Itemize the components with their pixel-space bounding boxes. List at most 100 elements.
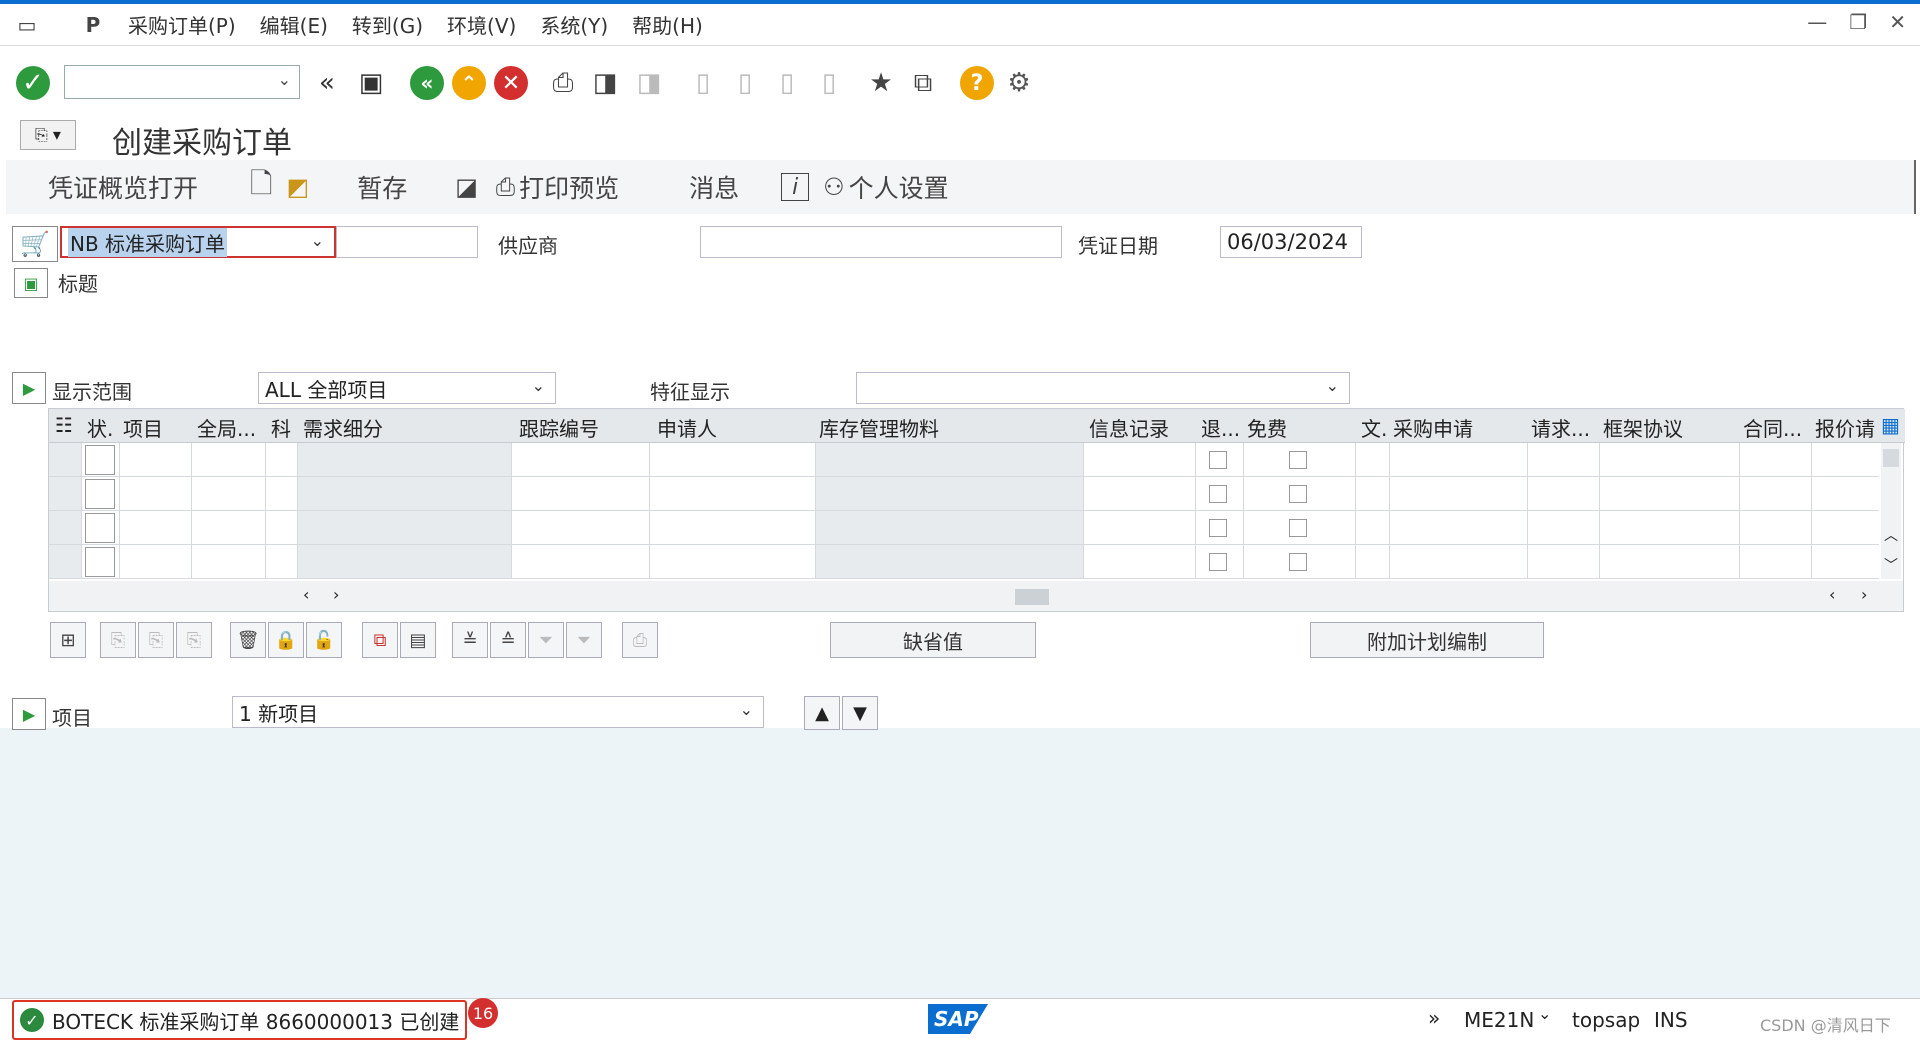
menu-edit[interactable]: 编辑(E) <box>260 10 328 39</box>
command-input[interactable] <box>65 66 265 96</box>
column-header[interactable]: 状. <box>87 413 113 442</box>
column-header[interactable]: 请求... <box>1531 413 1590 442</box>
exit-icon[interactable]: ⌃ <box>452 66 486 100</box>
previous-item-icon[interactable]: ▲ <box>804 696 840 730</box>
new-session-icon[interactable]: ★ <box>864 66 898 100</box>
chevron-down-icon[interactable]: ⌄ <box>278 70 291 89</box>
collapse-items-icon[interactable]: ▶ <box>12 372 46 404</box>
print-icon[interactable]: ⎙ <box>546 66 580 100</box>
status-message[interactable]: ✓ BOTECK 标准采购订单 8660000013 已创建 <box>12 1000 468 1040</box>
scroll-left-icon[interactable]: ‹ <box>1829 585 1835 604</box>
hold-button[interactable]: 暂存 <box>357 169 407 205</box>
column-header[interactable]: 信息记录 <box>1089 413 1169 442</box>
menu-system[interactable]: 系统(Y) <box>540 10 608 39</box>
chevron-down-icon[interactable]: ⌄ <box>532 376 545 395</box>
returns-checkbox[interactable] <box>1209 451 1227 469</box>
restore-icon[interactable]: ❐ <box>1849 10 1867 34</box>
scroll-right-icon[interactable]: › <box>1861 585 1867 604</box>
messages-button[interactable]: 消息 <box>689 169 739 205</box>
vendor-field[interactable] <box>700 226 1062 258</box>
column-header[interactable]: 框架协议 <box>1603 413 1683 442</box>
input-mode[interactable]: INS <box>1654 1008 1688 1032</box>
chevron-down-icon[interactable]: ⌄ <box>740 700 753 719</box>
horizontal-scrollbar[interactable]: ‹ › ‹ › <box>49 581 1903 611</box>
status-cell[interactable] <box>85 547 115 577</box>
scroll-thumb[interactable] <box>1883 449 1899 467</box>
table-row[interactable] <box>49 443 1879 477</box>
display-scope-select[interactable]: ALL 全部项目 ⌄ <box>258 372 556 404</box>
shortcut-icon[interactable]: ⧉ <box>906 66 940 100</box>
free-item-checkbox[interactable] <box>1289 451 1307 469</box>
menu-goto[interactable]: 转到(G) <box>352 10 423 39</box>
column-header[interactable]: 申请人 <box>657 413 717 442</box>
column-header[interactable]: 项目 <box>123 413 163 442</box>
info-icon[interactable]: i <box>781 173 810 201</box>
help-icon[interactable]: ? <box>960 66 994 100</box>
item-select[interactable]: 1 新项目 ⌄ <box>232 696 764 728</box>
other-document-icon[interactable]: ◩ <box>287 173 310 201</box>
returns-checkbox[interactable] <box>1209 553 1227 571</box>
free-item-checkbox[interactable] <box>1289 519 1307 537</box>
enter-check-icon[interactable]: ✓ <box>16 66 50 100</box>
scroll-down-icon[interactable]: ﹀ <box>1884 555 1898 575</box>
lock-icon[interactable]: 🔒 <box>268 622 304 658</box>
column-header[interactable]: 免费 <box>1247 413 1287 442</box>
purchase-order-number-field[interactable] <box>336 226 478 258</box>
table-row[interactable] <box>49 545 1879 579</box>
scroll-up-icon[interactable]: ︿ <box>1884 525 1898 545</box>
column-header[interactable]: 科 <box>271 413 291 442</box>
status-cell[interactable] <box>85 479 115 509</box>
column-header[interactable]: 库存管理物料 <box>819 413 939 442</box>
menu-help[interactable]: 帮助(H) <box>632 10 703 39</box>
feature-display-select[interactable]: ⌄ <box>856 372 1350 404</box>
default-values-button[interactable]: 缺省值 <box>830 622 1036 658</box>
returns-checkbox[interactable] <box>1209 485 1227 503</box>
scroll-right-icon[interactable]: › <box>333 585 339 604</box>
vertical-scrollbar[interactable]: ︿ ﹀ <box>1881 443 1901 579</box>
additional-planning-button[interactable]: 附加计划编制 <box>1310 622 1544 658</box>
column-layout-icon[interactable]: ▦ <box>1881 413 1900 437</box>
table-settings-icon[interactable]: ☷ <box>55 413 73 437</box>
column-header[interactable]: 报价请 <box>1815 413 1875 442</box>
check-icon[interactable]: ◪ <box>455 173 478 201</box>
copy-icon[interactable]: ⧉ <box>362 622 398 658</box>
menu-toggle-icon[interactable]: ⎘ ▾ <box>20 120 76 150</box>
close-window-icon[interactable]: ✕ <box>1889 10 1906 34</box>
menu-environment[interactable]: 环境(V) <box>447 10 516 39</box>
column-header[interactable]: 跟踪编号 <box>519 413 599 442</box>
returns-checkbox[interactable] <box>1209 519 1227 537</box>
print-preview-button[interactable]: 打印预览 <box>519 169 619 205</box>
status-cell[interactable] <box>85 445 115 475</box>
scroll-thumb[interactable] <box>1015 589 1049 605</box>
gear-icon[interactable]: ⚙ <box>1002 66 1036 100</box>
customize-layout-icon[interactable]: P <box>78 13 108 37</box>
status-cell[interactable] <box>85 513 115 543</box>
chevron-down-icon[interactable]: ⌄ <box>311 231 324 250</box>
document-overview-button[interactable]: 凭证概览打开 <box>48 169 198 205</box>
scroll-left-icon[interactable]: ‹ <box>303 585 309 604</box>
cart-icon[interactable]: 🛒 <box>12 226 58 262</box>
column-header[interactable]: 全局... <box>197 413 256 442</box>
sort-ascending-icon[interactable]: ≚ <box>452 622 488 658</box>
free-item-checkbox[interactable] <box>1289 553 1307 571</box>
document-type-select[interactable]: NB 标准采购订单 ⌄ <box>60 226 336 258</box>
chevron-down-icon[interactable]: ⌄ <box>1326 376 1339 395</box>
command-field[interactable]: ⌄ <box>64 65 300 99</box>
free-item-checkbox[interactable] <box>1289 485 1307 503</box>
next-item-icon[interactable]: ▼ <box>842 696 878 730</box>
back-icon[interactable]: « <box>410 66 444 100</box>
details-icon[interactable]: ⊞ <box>50 622 86 658</box>
save-icon[interactable]: ▣ <box>354 66 388 100</box>
expand-header-icon[interactable]: ▣ <box>14 268 48 298</box>
expand-status-icon[interactable]: » <box>1428 1006 1440 1030</box>
table-row[interactable] <box>49 511 1879 545</box>
delete-icon[interactable]: 🗑 <box>230 622 266 658</box>
column-header[interactable]: 需求细分 <box>303 413 383 442</box>
personal-settings-button[interactable]: 个人设置 <box>849 169 949 205</box>
conditions-icon[interactable]: ▤ <box>400 622 436 658</box>
transaction-code[interactable]: ME21N <box>1464 1008 1534 1032</box>
new-document-icon[interactable]: 🗋 <box>250 163 273 211</box>
collapse-command-icon[interactable]: « <box>310 66 344 100</box>
print-preview-icon[interactable]: ⎙ <box>496 173 515 201</box>
cancel-icon[interactable]: ✕ <box>494 66 528 100</box>
